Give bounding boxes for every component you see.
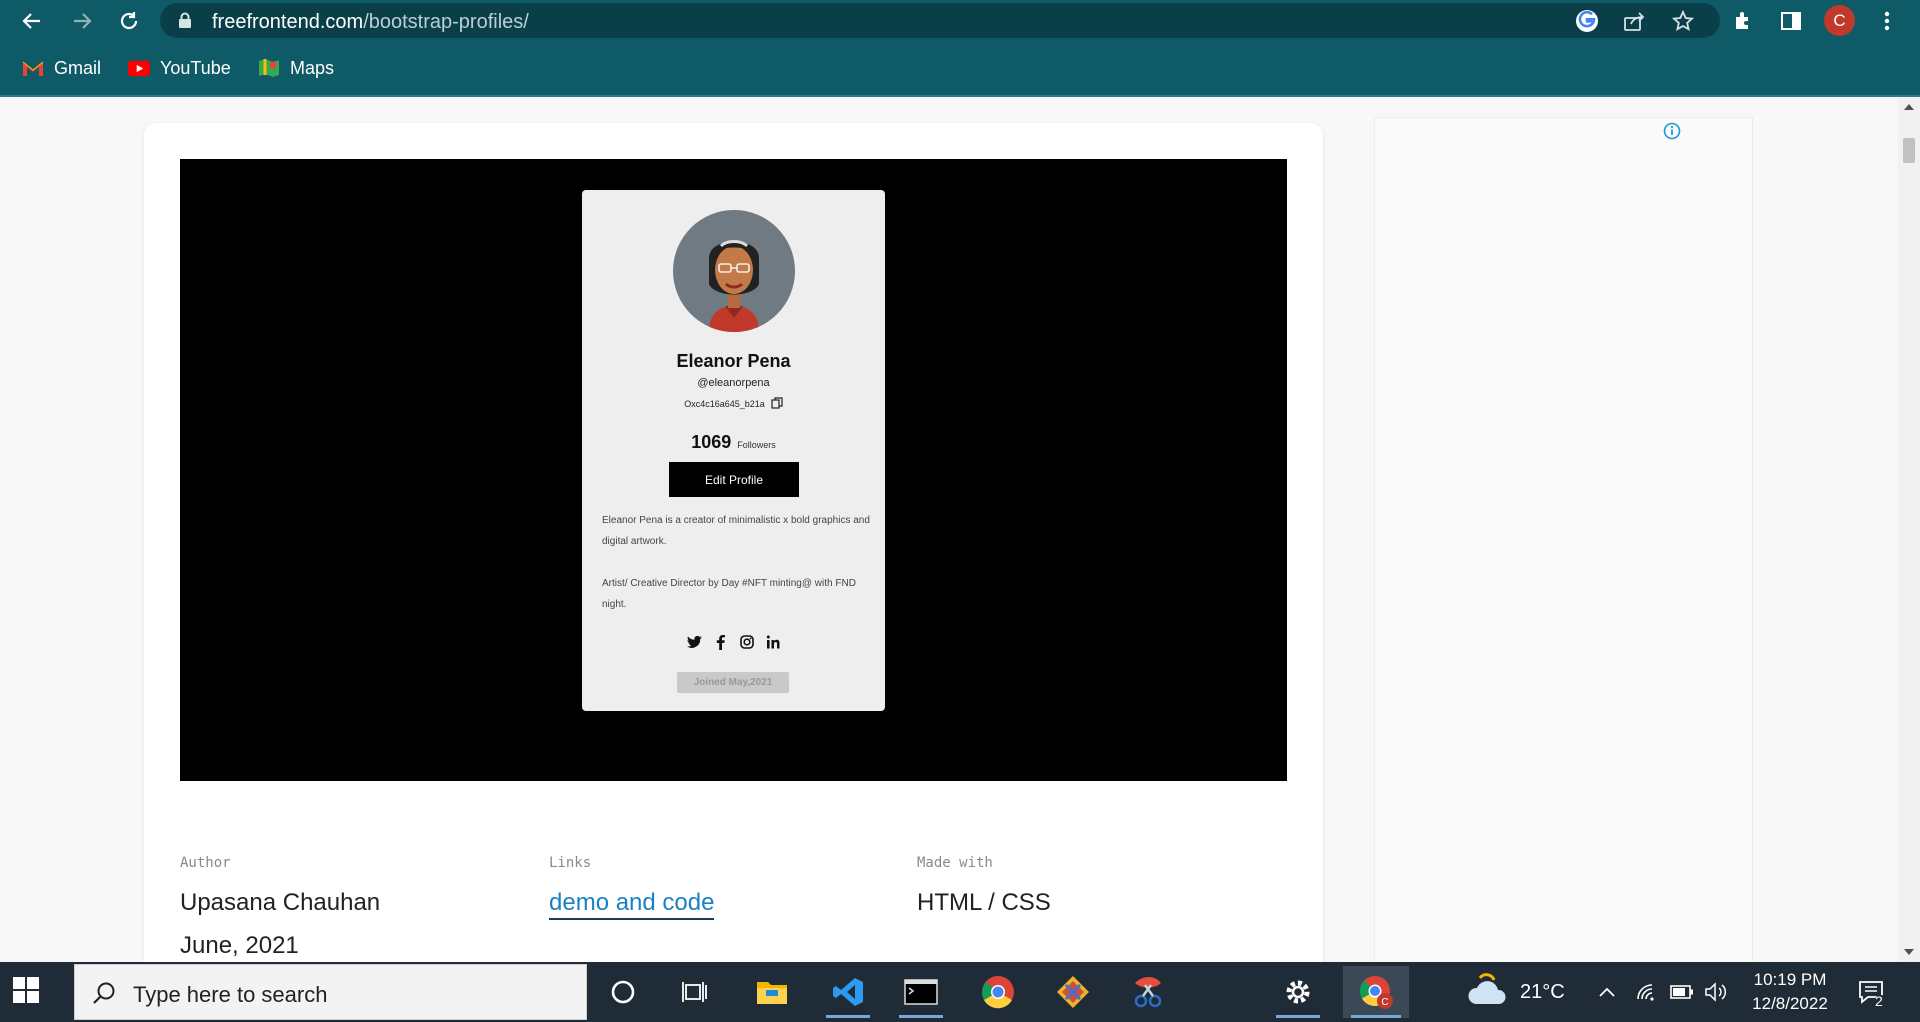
vscode-icon[interactable] <box>818 966 878 1018</box>
search-placeholder: Type here to search <box>133 982 328 1007</box>
wallet-address: Oxc4c16a645_b21a <box>684 399 765 409</box>
tray-overflow-icon[interactable] <box>1598 962 1616 1022</box>
url-domain: freefrontend.com <box>212 11 364 33</box>
terminal-icon[interactable] <box>891 966 951 1018</box>
weather-widget[interactable]: 21°C <box>1466 962 1565 1022</box>
battery-icon[interactable] <box>1670 962 1694 1022</box>
wallet-row: Oxc4c16a645_b21a <box>582 397 885 411</box>
scroll-thumb[interactable] <box>1903 138 1915 163</box>
bookmark-label: YouTube <box>160 57 231 78</box>
star-icon[interactable] <box>1670 8 1696 34</box>
followers-count: 1069 <box>691 432 732 452</box>
svg-text:C: C <box>1381 997 1388 1008</box>
youtube-icon <box>128 57 150 79</box>
social-links <box>582 634 885 650</box>
edit-profile-button[interactable]: Edit Profile <box>669 462 799 497</box>
bio-text: Eleanor Pena is a creator of minimalisti… <box>602 515 870 547</box>
clock-date: 12/8/2022 <box>1752 994 1828 1013</box>
url-path: /bootstrap-profiles/ <box>363 11 529 33</box>
bookmark-youtube[interactable]: YouTube <box>128 50 231 86</box>
chrome-profile-taskbar-icon[interactable]: C <box>1343 966 1409 1018</box>
back-button[interactable] <box>16 5 48 37</box>
url-text[interactable]: freefrontend.com/bootstrap-profiles/ <box>212 11 529 34</box>
author-label: Author <box>180 855 231 871</box>
made-with-value: HTML / CSS <box>917 889 1051 916</box>
links-label: Links <box>549 855 592 871</box>
chrome-icon[interactable] <box>968 966 1028 1018</box>
task-view-icon[interactable] <box>665 966 725 1018</box>
profile-avatar[interactable]: C <box>1824 5 1855 36</box>
git-tool-icon[interactable] <box>1043 966 1103 1018</box>
bookmark-maps[interactable]: Maps <box>258 50 334 86</box>
wifi-icon[interactable] <box>1636 962 1658 1022</box>
twitter-icon[interactable] <box>687 634 703 650</box>
snippet-card: Eleanor Pena @eleanorpena Oxc4c16a645_b2… <box>144 123 1323 962</box>
temperature: 21°C <box>1520 980 1565 1003</box>
profile-handle: @eleanorpena <box>697 377 770 389</box>
bookmark-gmail[interactable]: Gmail <box>22 50 101 86</box>
followers-label: Followers <box>737 440 776 450</box>
made-with-label: Made with <box>917 855 993 871</box>
author-name: Upasana Chauhan <box>180 889 381 916</box>
page-scrollbar[interactable] <box>1898 97 1920 962</box>
demo-and-code-link[interactable]: demo and code <box>549 889 715 920</box>
maps-icon <box>258 57 280 79</box>
windows-start-icon[interactable] <box>12 976 44 1008</box>
system-clock[interactable]: 10:19 PM 12/8/2022 <box>1740 968 1840 1016</box>
author-date: June, 2021 <box>180 932 299 959</box>
instagram-icon[interactable] <box>739 634 755 650</box>
scroll-up-icon[interactable] <box>1903 101 1915 113</box>
settings-gear-icon[interactable] <box>1268 966 1328 1018</box>
bookmarks-bar: Gmail YouTube Maps <box>0 50 1920 86</box>
page-content: Eleanor Pena @eleanorpena Oxc4c16a645_b2… <box>0 97 1898 962</box>
demo-preview: Eleanor Pena @eleanorpena Oxc4c16a645_b2… <box>180 159 1287 781</box>
google-icon[interactable] <box>1574 8 1600 34</box>
scroll-down-icon[interactable] <box>1903 946 1915 958</box>
bio-text-secondary: Artist/ Creative Director by Day #NFT mi… <box>602 578 856 610</box>
cortana-icon[interactable] <box>593 966 653 1018</box>
clock-time: 10:19 PM <box>1753 970 1827 989</box>
search-icon <box>91 980 117 1011</box>
facebook-icon[interactable] <box>713 634 729 650</box>
lock-icon <box>178 12 192 33</box>
ad-panel <box>1374 117 1753 962</box>
reload-button[interactable] <box>113 5 145 37</box>
copy-icon[interactable] <box>771 397 783 411</box>
share-icon[interactable] <box>1621 8 1647 34</box>
volume-icon[interactable] <box>1704 962 1728 1022</box>
weather-cloud-icon <box>1466 972 1510 1013</box>
snipping-tool-icon[interactable] <box>1118 966 1178 1018</box>
gmail-icon <box>22 57 44 79</box>
notification-count: 2 <box>1875 993 1883 1009</box>
bookmark-label: Gmail <box>54 57 102 78</box>
side-panel-icon[interactable] <box>1776 6 1806 36</box>
links-value: demo and code <box>549 889 715 920</box>
followers-row: 1069 Followers <box>582 432 885 453</box>
bookmark-label: Maps <box>290 57 335 78</box>
linkedin-icon[interactable] <box>765 634 781 650</box>
menu-icon[interactable] <box>1872 6 1902 36</box>
extensions-icon[interactable] <box>1728 6 1758 36</box>
profile-card: Eleanor Pena @eleanorpena Oxc4c16a645_b2… <box>582 190 885 711</box>
windows-taskbar: Type here to search C 21°C 10:19 PM 12/8… <box>0 962 1920 1022</box>
browser-chrome: freefrontend.com/bootstrap-profiles/ C G… <box>0 0 1920 97</box>
joined-badge: Joined May,2021 <box>677 672 789 693</box>
file-explorer-icon[interactable] <box>742 966 802 1018</box>
taskbar-search-input[interactable]: Type here to search <box>74 964 587 1020</box>
notification-center-icon[interactable]: 2 <box>1857 978 1888 1009</box>
ad-info-icon[interactable] <box>1663 122 1681 140</box>
forward-button[interactable] <box>66 5 98 37</box>
browser-toolbar: freefrontend.com/bootstrap-profiles/ C <box>0 0 1920 41</box>
address-bar[interactable]: freefrontend.com/bootstrap-profiles/ <box>160 3 1720 38</box>
avatar <box>673 210 795 332</box>
profile-name: Eleanor Pena <box>676 351 791 371</box>
